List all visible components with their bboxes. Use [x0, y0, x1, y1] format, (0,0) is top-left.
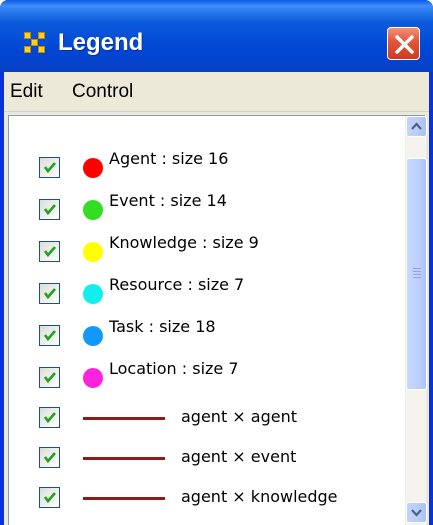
checkmark-icon [43, 330, 56, 342]
legend-window: Legend Edit Control Agent : size 16 Even… [0, 0, 433, 525]
edge-line-swatch [83, 497, 165, 500]
chevron-down-icon [411, 509, 422, 517]
legend-node-label: Knowledge : size 9 [109, 233, 259, 252]
checkmark-icon [43, 412, 56, 424]
close-button[interactable] [387, 27, 420, 60]
legend-edge-label: agent × agent [181, 407, 298, 426]
legend-node-checkbox[interactable] [39, 325, 60, 346]
legend-edge-checkbox[interactable] [39, 407, 60, 428]
legend-node-checkbox[interactable] [39, 199, 60, 220]
checkmark-icon [43, 492, 56, 504]
checkmark-icon [43, 452, 56, 464]
legend-edge-label: agent × event [181, 447, 297, 466]
legend-edge-checkbox[interactable] [39, 487, 60, 508]
menu-bar: Edit Control [4, 72, 429, 112]
resource-node-color-dot [83, 284, 103, 304]
vertical-scrollbar[interactable] [405, 116, 427, 525]
menu-control[interactable]: Control [72, 78, 133, 106]
legend-node-checkbox[interactable] [39, 241, 60, 262]
legend-node-row: Location : size 7 [39, 359, 369, 392]
checkmark-icon [43, 246, 56, 258]
scroll-down-button[interactable] [406, 502, 427, 523]
checkmark-icon [43, 372, 56, 384]
legend-node-row: Resource : size 7 [39, 275, 369, 308]
legend-node-checkbox[interactable] [39, 367, 60, 388]
menu-edit[interactable]: Edit [10, 78, 43, 106]
edge-line-swatch [83, 417, 165, 420]
legend-node-checkbox[interactable] [39, 157, 60, 178]
task-node-color-dot [83, 326, 103, 346]
legend-node-row: Event : size 14 [39, 191, 369, 224]
network-grid-icon [24, 32, 46, 54]
checkmark-icon [43, 162, 56, 174]
agent-node-color-dot [83, 158, 103, 178]
legend-node-checkbox[interactable] [39, 283, 60, 304]
legend-node-row: Task : size 18 [39, 317, 369, 350]
window-client-area: Edit Control Agent : size 16 Event : siz… [4, 72, 429, 525]
chevron-up-icon [411, 122, 422, 130]
legend-edge-row: agent × knowledge [39, 482, 369, 512]
legend-node-label: Resource : size 7 [109, 275, 245, 294]
legend-node-label: Event : size 14 [109, 191, 227, 210]
title-bar[interactable]: Legend [0, 0, 433, 72]
legend-edge-row: agent × event [39, 442, 369, 472]
checkmark-icon [43, 204, 56, 216]
legend-node-row: Agent : size 16 [39, 149, 369, 182]
scroll-up-button[interactable] [406, 116, 427, 137]
scroll-thumb[interactable] [406, 158, 427, 390]
legend-list-pane: Agent : size 16 Event : size 14 Knowledg… [8, 115, 427, 525]
checkmark-icon [43, 288, 56, 300]
legend-node-label: Location : size 7 [109, 359, 239, 378]
location-node-color-dot [83, 368, 103, 388]
window-title: Legend [58, 29, 144, 56]
knowledge-node-color-dot [83, 242, 103, 262]
legend-node-label: Task : size 18 [109, 317, 216, 336]
legend-edge-label: agent × knowledge [181, 487, 338, 506]
legend-edge-row: agent × agent [39, 402, 369, 432]
legend-node-label: Agent : size 16 [109, 149, 229, 168]
legend-edge-checkbox[interactable] [39, 447, 60, 468]
close-x-icon [395, 35, 414, 54]
event-node-color-dot [83, 200, 103, 220]
edge-line-swatch [83, 457, 165, 460]
legend-node-row: Knowledge : size 9 [39, 233, 369, 266]
